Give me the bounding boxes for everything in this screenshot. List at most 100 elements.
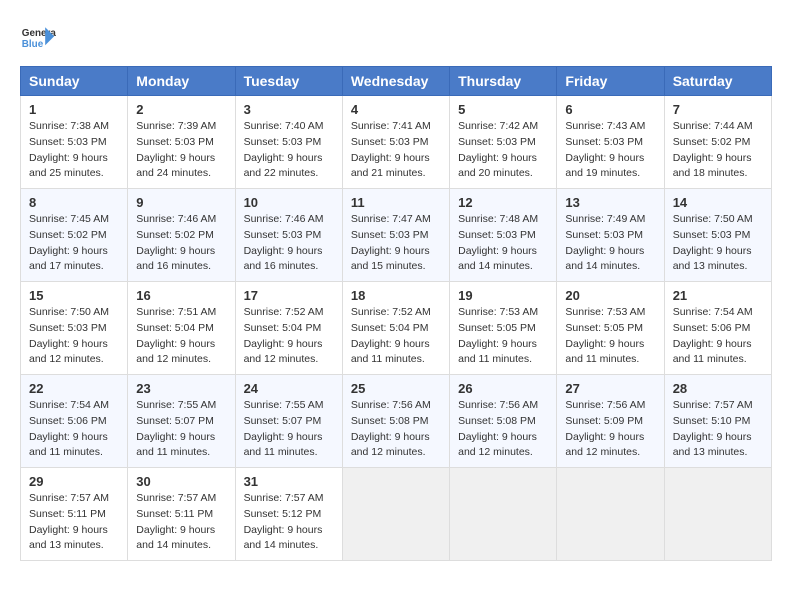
day-cell xyxy=(342,468,449,561)
header-row: SundayMondayTuesdayWednesdayThursdayFrid… xyxy=(21,67,772,96)
day-number: 24 xyxy=(244,381,334,396)
day-info: Sunrise: 7:57 AMSunset: 5:12 PMDaylight:… xyxy=(244,492,324,551)
day-number: 27 xyxy=(565,381,655,396)
day-info: Sunrise: 7:51 AMSunset: 5:04 PMDaylight:… xyxy=(136,306,216,365)
day-number: 15 xyxy=(29,288,119,303)
day-number: 26 xyxy=(458,381,548,396)
day-cell: 21 Sunrise: 7:54 AMSunset: 5:06 PMDaylig… xyxy=(664,282,771,375)
week-row-4: 22 Sunrise: 7:54 AMSunset: 5:06 PMDaylig… xyxy=(21,375,772,468)
day-info: Sunrise: 7:46 AMSunset: 5:02 PMDaylight:… xyxy=(136,213,216,272)
day-cell: 22 Sunrise: 7:54 AMSunset: 5:06 PMDaylig… xyxy=(21,375,128,468)
page-header: General Blue xyxy=(20,20,772,56)
day-info: Sunrise: 7:54 AMSunset: 5:06 PMDaylight:… xyxy=(29,399,109,458)
day-number: 3 xyxy=(244,102,334,117)
day-cell: 20 Sunrise: 7:53 AMSunset: 5:05 PMDaylig… xyxy=(557,282,664,375)
calendar-body: 1 Sunrise: 7:38 AMSunset: 5:03 PMDayligh… xyxy=(21,96,772,561)
header-tuesday: Tuesday xyxy=(235,67,342,96)
day-number: 9 xyxy=(136,195,226,210)
day-number: 20 xyxy=(565,288,655,303)
header-monday: Monday xyxy=(128,67,235,96)
svg-text:Blue: Blue xyxy=(22,39,44,50)
day-cell: 11 Sunrise: 7:47 AMSunset: 5:03 PMDaylig… xyxy=(342,189,449,282)
week-row-5: 29 Sunrise: 7:57 AMSunset: 5:11 PMDaylig… xyxy=(21,468,772,561)
day-number: 8 xyxy=(29,195,119,210)
day-info: Sunrise: 7:55 AMSunset: 5:07 PMDaylight:… xyxy=(244,399,324,458)
day-number: 31 xyxy=(244,474,334,489)
day-number: 25 xyxy=(351,381,441,396)
day-info: Sunrise: 7:43 AMSunset: 5:03 PMDaylight:… xyxy=(565,120,645,179)
day-number: 19 xyxy=(458,288,548,303)
day-cell: 4 Sunrise: 7:41 AMSunset: 5:03 PMDayligh… xyxy=(342,96,449,189)
day-info: Sunrise: 7:57 AMSunset: 5:11 PMDaylight:… xyxy=(136,492,216,551)
day-cell: 7 Sunrise: 7:44 AMSunset: 5:02 PMDayligh… xyxy=(664,96,771,189)
day-info: Sunrise: 7:46 AMSunset: 5:03 PMDaylight:… xyxy=(244,213,324,272)
calendar-header: SundayMondayTuesdayWednesdayThursdayFrid… xyxy=(21,67,772,96)
day-cell: 16 Sunrise: 7:51 AMSunset: 5:04 PMDaylig… xyxy=(128,282,235,375)
day-number: 12 xyxy=(458,195,548,210)
week-row-1: 1 Sunrise: 7:38 AMSunset: 5:03 PMDayligh… xyxy=(21,96,772,189)
logo: General Blue xyxy=(20,20,56,56)
day-info: Sunrise: 7:57 AMSunset: 5:11 PMDaylight:… xyxy=(29,492,109,551)
day-info: Sunrise: 7:42 AMSunset: 5:03 PMDaylight:… xyxy=(458,120,538,179)
day-number: 30 xyxy=(136,474,226,489)
day-number: 16 xyxy=(136,288,226,303)
day-number: 17 xyxy=(244,288,334,303)
day-number: 4 xyxy=(351,102,441,117)
day-number: 21 xyxy=(673,288,763,303)
day-number: 29 xyxy=(29,474,119,489)
day-info: Sunrise: 7:53 AMSunset: 5:05 PMDaylight:… xyxy=(458,306,538,365)
day-info: Sunrise: 7:40 AMSunset: 5:03 PMDaylight:… xyxy=(244,120,324,179)
day-cell: 3 Sunrise: 7:40 AMSunset: 5:03 PMDayligh… xyxy=(235,96,342,189)
day-cell: 12 Sunrise: 7:48 AMSunset: 5:03 PMDaylig… xyxy=(450,189,557,282)
logo-icon: General Blue xyxy=(20,20,56,56)
header-sunday: Sunday xyxy=(21,67,128,96)
day-cell: 6 Sunrise: 7:43 AMSunset: 5:03 PMDayligh… xyxy=(557,96,664,189)
day-number: 10 xyxy=(244,195,334,210)
day-info: Sunrise: 7:56 AMSunset: 5:08 PMDaylight:… xyxy=(458,399,538,458)
day-info: Sunrise: 7:44 AMSunset: 5:02 PMDaylight:… xyxy=(673,120,753,179)
day-cell: 31 Sunrise: 7:57 AMSunset: 5:12 PMDaylig… xyxy=(235,468,342,561)
day-cell xyxy=(664,468,771,561)
day-info: Sunrise: 7:50 AMSunset: 5:03 PMDaylight:… xyxy=(29,306,109,365)
day-cell: 30 Sunrise: 7:57 AMSunset: 5:11 PMDaylig… xyxy=(128,468,235,561)
day-cell xyxy=(450,468,557,561)
day-info: Sunrise: 7:57 AMSunset: 5:10 PMDaylight:… xyxy=(673,399,753,458)
day-number: 1 xyxy=(29,102,119,117)
day-info: Sunrise: 7:56 AMSunset: 5:09 PMDaylight:… xyxy=(565,399,645,458)
day-info: Sunrise: 7:53 AMSunset: 5:05 PMDaylight:… xyxy=(565,306,645,365)
day-cell: 29 Sunrise: 7:57 AMSunset: 5:11 PMDaylig… xyxy=(21,468,128,561)
day-cell: 1 Sunrise: 7:38 AMSunset: 5:03 PMDayligh… xyxy=(21,96,128,189)
day-cell: 19 Sunrise: 7:53 AMSunset: 5:05 PMDaylig… xyxy=(450,282,557,375)
day-info: Sunrise: 7:39 AMSunset: 5:03 PMDaylight:… xyxy=(136,120,216,179)
day-info: Sunrise: 7:56 AMSunset: 5:08 PMDaylight:… xyxy=(351,399,431,458)
day-cell: 26 Sunrise: 7:56 AMSunset: 5:08 PMDaylig… xyxy=(450,375,557,468)
day-info: Sunrise: 7:38 AMSunset: 5:03 PMDaylight:… xyxy=(29,120,109,179)
day-number: 7 xyxy=(673,102,763,117)
day-cell: 13 Sunrise: 7:49 AMSunset: 5:03 PMDaylig… xyxy=(557,189,664,282)
calendar-table: SundayMondayTuesdayWednesdayThursdayFrid… xyxy=(20,66,772,561)
day-number: 5 xyxy=(458,102,548,117)
header-saturday: Saturday xyxy=(664,67,771,96)
day-cell: 15 Sunrise: 7:50 AMSunset: 5:03 PMDaylig… xyxy=(21,282,128,375)
day-cell: 8 Sunrise: 7:45 AMSunset: 5:02 PMDayligh… xyxy=(21,189,128,282)
day-cell: 17 Sunrise: 7:52 AMSunset: 5:04 PMDaylig… xyxy=(235,282,342,375)
day-info: Sunrise: 7:52 AMSunset: 5:04 PMDaylight:… xyxy=(244,306,324,365)
day-cell: 25 Sunrise: 7:56 AMSunset: 5:08 PMDaylig… xyxy=(342,375,449,468)
day-number: 14 xyxy=(673,195,763,210)
day-info: Sunrise: 7:41 AMSunset: 5:03 PMDaylight:… xyxy=(351,120,431,179)
day-info: Sunrise: 7:50 AMSunset: 5:03 PMDaylight:… xyxy=(673,213,753,272)
day-cell xyxy=(557,468,664,561)
day-number: 18 xyxy=(351,288,441,303)
day-number: 11 xyxy=(351,195,441,210)
header-thursday: Thursday xyxy=(450,67,557,96)
header-wednesday: Wednesday xyxy=(342,67,449,96)
day-cell: 2 Sunrise: 7:39 AMSunset: 5:03 PMDayligh… xyxy=(128,96,235,189)
week-row-3: 15 Sunrise: 7:50 AMSunset: 5:03 PMDaylig… xyxy=(21,282,772,375)
day-number: 6 xyxy=(565,102,655,117)
week-row-2: 8 Sunrise: 7:45 AMSunset: 5:02 PMDayligh… xyxy=(21,189,772,282)
day-cell: 14 Sunrise: 7:50 AMSunset: 5:03 PMDaylig… xyxy=(664,189,771,282)
day-cell: 24 Sunrise: 7:55 AMSunset: 5:07 PMDaylig… xyxy=(235,375,342,468)
day-number: 13 xyxy=(565,195,655,210)
day-cell: 28 Sunrise: 7:57 AMSunset: 5:10 PMDaylig… xyxy=(664,375,771,468)
day-info: Sunrise: 7:54 AMSunset: 5:06 PMDaylight:… xyxy=(673,306,753,365)
